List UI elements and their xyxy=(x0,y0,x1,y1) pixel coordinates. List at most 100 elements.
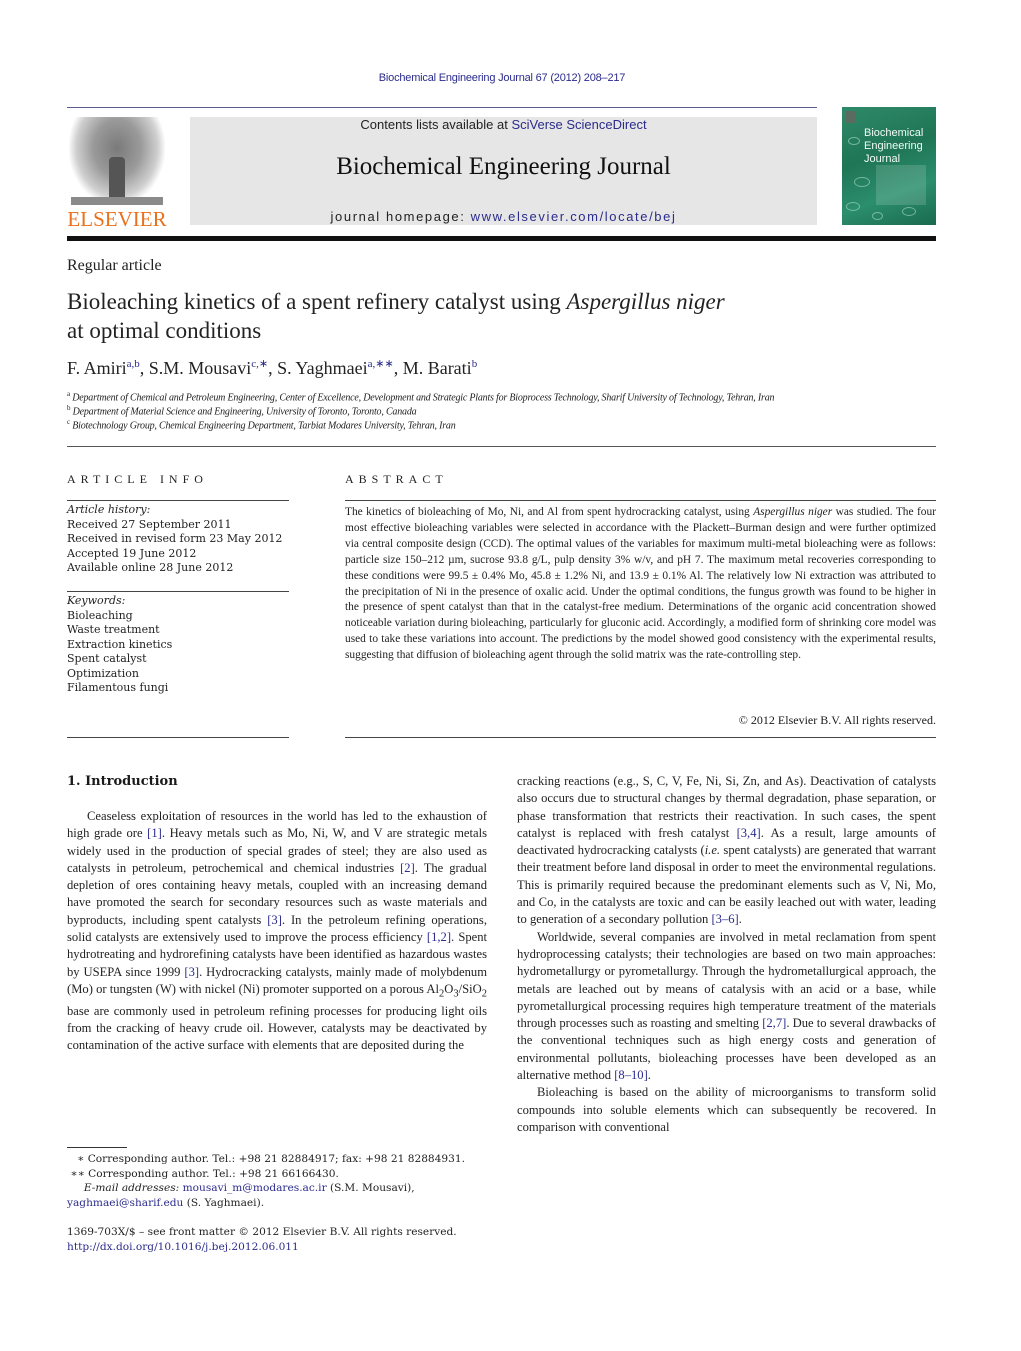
journal-homepage: journal homepage: www.elsevier.com/locat… xyxy=(190,209,817,224)
cover-title-line: Engineering xyxy=(864,140,923,152)
author[interactable]: S. Yaghmaei xyxy=(277,358,368,378)
running-head[interactable]: Biochemical Engineering Journal 67 (2012… xyxy=(0,72,1004,84)
footnote: yaghmaei@sharif.edu (S. Yaghmaei). xyxy=(67,1196,497,1211)
text: Bioleaching is based on the ability of m… xyxy=(517,1085,936,1134)
cover-title-line: Biochemical xyxy=(864,127,924,139)
affiliation-key: c xyxy=(67,418,70,426)
homepage-link[interactable]: www.elsevier.com/locate/bej xyxy=(471,209,677,224)
journal-cover-image[interactable]: Biochemical Engineering Journal xyxy=(842,107,936,225)
history-item: Available online 28 June 2012 xyxy=(67,561,234,574)
article-info-heading: ARTICLE INFO xyxy=(67,472,208,486)
footnote-mark: ∗∗ xyxy=(70,1167,85,1180)
keyword: Filamentous fungi xyxy=(67,681,169,694)
affiliation-key: a xyxy=(67,390,70,398)
email-owner: (S. Yaghmaei). xyxy=(183,1196,265,1209)
author[interactable]: S.M. Mousavi xyxy=(149,358,252,378)
abstract-bottom-rule xyxy=(345,737,936,738)
text-italic: i.e. xyxy=(704,843,721,858)
publisher-badge-icon xyxy=(846,111,856,123)
citation-link[interactable]: [3,4] xyxy=(737,826,761,840)
bubble-icon xyxy=(848,137,860,145)
text: base are commonly used in petroleum refi… xyxy=(67,1003,487,1053)
affiliation: b Department of Material Science and Eng… xyxy=(67,404,417,417)
footnote-text: Corresponding author. Tel.: +98 21 66166… xyxy=(88,1167,339,1180)
keywords-label: Keywords: xyxy=(67,594,126,607)
citation-link[interactable]: [1] xyxy=(147,826,162,840)
email-link[interactable]: mousavi_m@modares.ac.ir xyxy=(183,1182,327,1194)
affiliation-text: Biotechnology Group, Chemical Engineerin… xyxy=(72,420,456,432)
doi-link[interactable]: http://dx.doi.org/10.1016/j.bej.2012.06.… xyxy=(67,1240,497,1255)
citation-link[interactable]: [8–10] xyxy=(614,1068,648,1082)
author-affil-marker[interactable]: a,b xyxy=(127,358,140,370)
citation-link[interactable]: [2] xyxy=(400,861,415,875)
title-text: at optimal conditions xyxy=(67,318,262,343)
author-affil-marker[interactable]: b xyxy=(472,358,478,370)
history-item: Accepted 19 June 2012 xyxy=(67,546,197,560)
homepage-prefix: journal homepage: xyxy=(330,209,471,224)
history-item: Received in revised form 23 May 2012 xyxy=(67,532,283,545)
article-type: Regular article xyxy=(67,257,162,274)
footnote-mark: ∗ xyxy=(77,1153,85,1165)
citation-link[interactable]: [1,2] xyxy=(427,930,451,944)
text: . xyxy=(738,912,742,927)
footnote-text: Corresponding author. Tel.: +98 21 82884… xyxy=(87,1153,466,1165)
bubble-icon xyxy=(902,207,916,216)
email-label: E-mail addresses: xyxy=(83,1182,180,1194)
cover-panel xyxy=(876,165,926,205)
paragraph: Worldwide, several companies are involve… xyxy=(517,929,936,1085)
article-info-rule xyxy=(67,500,289,501)
citation-link[interactable]: [2,7] xyxy=(762,1016,786,1030)
footnote: E-mail addresses: mousavi_m@modares.ac.i… xyxy=(67,1181,497,1196)
bubble-icon xyxy=(854,177,870,187)
journal-title: Biochemical Engineering Journal xyxy=(336,153,671,180)
email-link[interactable]: yaghmaei@sharif.edu xyxy=(67,1197,183,1209)
keyword: Spent catalyst xyxy=(67,652,147,665)
abstract-species: Aspergillus niger xyxy=(753,506,833,518)
article-history: Article history: Received 27 September 2… xyxy=(67,503,289,576)
author-affil-marker[interactable]: c,∗ xyxy=(251,358,268,370)
citation-link[interactable]: [3] xyxy=(267,913,282,927)
article-title: Bioleaching kinetics of a spent refinery… xyxy=(67,287,937,345)
citation-link[interactable]: [3–6] xyxy=(711,912,738,926)
affiliation-text: Department of Chemical and Petroleum Eng… xyxy=(72,392,775,404)
paragraph: Ceaseless exploitation of resources in t… xyxy=(67,808,487,1055)
contents-prefix: Contents lists available at xyxy=(360,117,512,132)
keywords-rule xyxy=(67,591,289,592)
footnote-rule xyxy=(67,1147,127,1148)
sciencedirect-link[interactable]: SciVerse ScienceDirect xyxy=(511,117,646,132)
text: /SiO xyxy=(458,981,482,996)
paragraph: Bioleaching is based on the ability of m… xyxy=(517,1084,936,1136)
paragraph: cracking reactions (e.g., S, C, V, Fe, N… xyxy=(517,773,936,929)
issn-line: 1369-703X/$ – see front matter © 2012 El… xyxy=(67,1226,457,1238)
elsevier-logo[interactable]: ELSEVIER xyxy=(67,117,167,231)
citation-link[interactable]: [3] xyxy=(184,965,199,979)
keyword: Bioleaching xyxy=(67,608,133,622)
keyword: Optimization xyxy=(67,666,139,680)
article-info-bottom-rule xyxy=(67,737,289,738)
ground-icon xyxy=(71,197,163,205)
history-label: Article history: xyxy=(67,503,151,516)
keywords: Keywords: Bioleaching Waste treatment Ex… xyxy=(67,594,289,696)
author[interactable]: M. Barati xyxy=(403,358,472,378)
abstract-copyright: © 2012 Elsevier B.V. All rights reserved… xyxy=(738,713,936,727)
author-affil-marker[interactable]: a,∗∗ xyxy=(368,358,394,370)
contents-line: Contents lists available at SciVerse Sci… xyxy=(190,117,817,132)
abstract-text: The kinetics of bioleaching of Mo, Ni, a… xyxy=(345,505,936,664)
section-divider xyxy=(67,446,936,447)
affiliation-key: b xyxy=(67,404,71,412)
keyword: Extraction kinetics xyxy=(67,637,173,651)
subscript: 2 xyxy=(481,988,487,1000)
body-column-left: Ceaseless exploitation of resources in t… xyxy=(67,808,487,1055)
abstract-span: was studied. The four most effective bio… xyxy=(345,506,936,662)
title-text: Bioleaching kinetics of a spent refinery… xyxy=(67,289,567,314)
author-list: F. Amiria,b, S.M. Mousavic,∗, S. Yaghmae… xyxy=(67,358,478,378)
cover-title-line: Journal xyxy=(864,153,901,165)
footnote: ∗ Corresponding author. Tel.: +98 21 828… xyxy=(67,1152,497,1167)
front-matter: 1369-703X/$ – see front matter © 2012 El… xyxy=(67,1225,497,1254)
footnotes: ∗ Corresponding author. Tel.: +98 21 828… xyxy=(67,1152,497,1210)
author[interactable]: F. Amiri xyxy=(67,358,127,378)
footnote: ∗∗ Corresponding author. Tel.: +98 21 66… xyxy=(67,1167,497,1182)
affiliation: a Department of Chemical and Petroleum E… xyxy=(67,390,775,404)
header-thick-rule xyxy=(67,236,936,241)
keyword: Waste treatment xyxy=(67,623,160,636)
